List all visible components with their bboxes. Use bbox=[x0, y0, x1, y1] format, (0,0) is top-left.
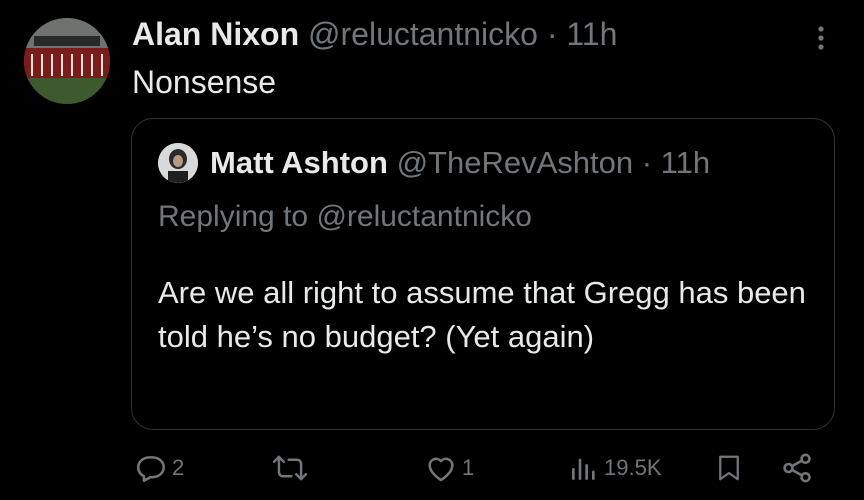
quoted-author-handle: @TheRevAshton bbox=[396, 145, 634, 180]
author-name[interactable]: Alan Nixon bbox=[132, 16, 299, 52]
quoted-separator: · bbox=[641, 145, 653, 180]
share-button[interactable] bbox=[780, 438, 814, 498]
bookmark-icon bbox=[719, 455, 739, 481]
share-icon bbox=[783, 453, 811, 483]
like-icon bbox=[428, 457, 454, 482]
author-avatar[interactable] bbox=[24, 18, 110, 104]
reply-button[interactable]: 2 bbox=[134, 438, 184, 498]
header-separator: · bbox=[546, 16, 558, 52]
views-button[interactable]: 19.5K bbox=[568, 438, 662, 498]
tweet-text: Nonsense bbox=[132, 64, 277, 100]
quoted-text: Are we all right to assume that Gregg ha… bbox=[158, 275, 806, 354]
quoted-avatar-photo bbox=[158, 143, 198, 183]
quoted-tweet[interactable]: Matt Ashton @TheRevAshton · 11h Replying… bbox=[131, 118, 835, 430]
more-icon bbox=[818, 26, 824, 50]
like-button[interactable]: 1 bbox=[424, 438, 474, 498]
views-count: 19.5K bbox=[604, 455, 662, 480]
tweet-header: Alan Nixon @reluctantnicko · 11h bbox=[132, 14, 617, 54]
stadium-photo bbox=[24, 18, 110, 104]
author-handle[interactable]: @reluctantnicko bbox=[308, 16, 538, 52]
action-bar: 2 1 19.5K bbox=[0, 438, 864, 498]
retweet-button[interactable] bbox=[272, 438, 308, 498]
quoted-header: Matt Ashton @TheRevAshton · 11h bbox=[210, 143, 710, 183]
reply-count: 2 bbox=[172, 455, 185, 480]
replying-label: Replying to bbox=[158, 200, 309, 233]
bookmark-button[interactable] bbox=[714, 438, 744, 498]
reply-icon bbox=[136, 456, 166, 483]
quoted-author-avatar[interactable] bbox=[158, 143, 198, 183]
like-count: 1 bbox=[462, 455, 475, 480]
replying-handle[interactable]: @reluctantnicko bbox=[316, 200, 532, 233]
more-button[interactable] bbox=[808, 20, 834, 56]
quoted-author-name: Matt Ashton bbox=[210, 145, 388, 180]
tweet-time[interactable]: 11h bbox=[566, 16, 617, 52]
quoted-time: 11h bbox=[660, 145, 711, 180]
retweet-icon bbox=[272, 455, 308, 481]
replying-to: Replying to @reluctantnicko bbox=[158, 197, 532, 237]
views-icon bbox=[572, 458, 595, 480]
